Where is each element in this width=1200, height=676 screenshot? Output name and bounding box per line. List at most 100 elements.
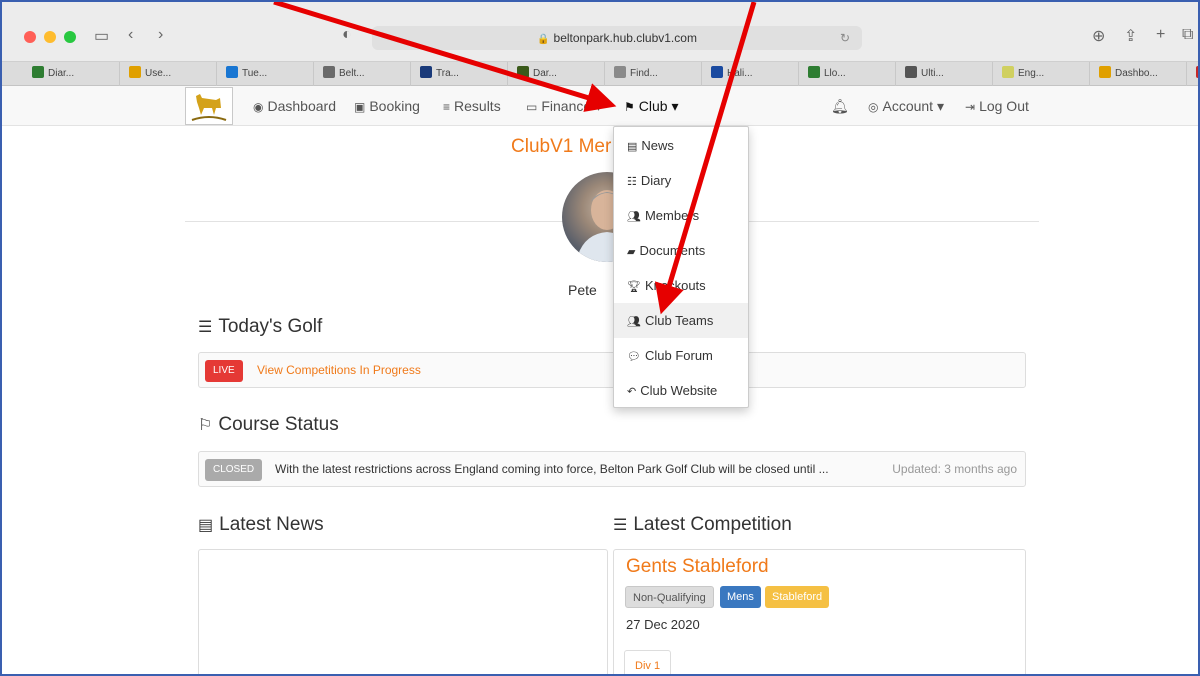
favicon-icon xyxy=(711,66,723,78)
latest-competition-heading: ☰ Latest Competition xyxy=(613,514,792,536)
notifications-bell[interactable]: 🔔︎ xyxy=(831,86,849,126)
tag-non-qualifying: Non-Qualifying xyxy=(625,586,714,608)
close-window-button[interactable] xyxy=(24,31,36,43)
forward-arrow-icon[interactable]: › xyxy=(158,26,163,44)
menu-item-members[interactable]: 👥︎ Members xyxy=(614,198,748,233)
browser-tab-label: Eng... xyxy=(1018,68,1045,79)
list-ol-icon: ☰ xyxy=(613,517,628,534)
nav-dashboard[interactable]: ◉ Dashboard xyxy=(253,86,336,126)
browser-tab[interactable]: Dar... xyxy=(509,62,605,86)
todays-golf-title: Today's Golf xyxy=(218,316,323,337)
browser-tab-label: Llo... xyxy=(824,68,846,79)
menu-item-knockouts[interactable]: 🏆︎ Knockouts xyxy=(614,268,748,303)
todays-golf-heading: ☰ Today's Golf xyxy=(198,316,322,338)
favicon-icon xyxy=(129,66,141,78)
closed-badge: CLOSED xyxy=(205,459,263,481)
nav-logout[interactable]: ⇥ Log Out xyxy=(965,86,1029,126)
menu-item-club-forum[interactable]: 💬︎ Club Forum xyxy=(614,338,748,373)
menu-item-label: Members xyxy=(644,208,700,223)
page-title: ClubV1 Mer xyxy=(511,136,612,157)
nav-booking[interactable]: ▣ Booking xyxy=(354,86,420,126)
nav-finance-label: Finance ▾ xyxy=(541,98,603,114)
new-tab-icon[interactable]: + xyxy=(1156,26,1165,44)
favicon-icon xyxy=(905,66,917,78)
favicon-icon xyxy=(1099,66,1111,78)
tag-stableford: Stableford xyxy=(765,586,830,608)
browser-tab[interactable]: Belt... xyxy=(315,62,411,86)
latest-competition-title: Latest Competition xyxy=(633,514,792,535)
browser-tab[interactable]: Tra... xyxy=(412,62,508,86)
browser-tab[interactable]: Diar... xyxy=(24,62,120,86)
view-competitions-link[interactable]: View Competitions In Progress xyxy=(257,363,421,377)
browser-tab-label: Dar... xyxy=(533,68,557,79)
menu-item-news[interactable]: ▤ News xyxy=(614,128,748,163)
menu-item-label: Club Teams xyxy=(644,313,714,328)
sign-out-icon: ⇥ xyxy=(965,100,976,114)
menu-item-club-teams[interactable]: 👥︎ Club Teams xyxy=(614,303,748,338)
site-navbar: ◉ Dashboard ▣ Booking ≡ Results ▭ Finance ▾ … xyxy=(2,86,1198,126)
nav-booking-label: Booking xyxy=(369,98,420,114)
reload-icon[interactable]: ↻ xyxy=(840,26,850,50)
browser-tab-label: Find... xyxy=(630,68,658,79)
favicon-icon xyxy=(614,66,626,78)
favicon-icon xyxy=(1002,66,1014,78)
browser-tab[interactable]: Ulti... xyxy=(897,62,993,86)
list-alt-icon: ☰ xyxy=(198,319,213,336)
lock-icon: 🔒 xyxy=(537,34,550,45)
nav-results-label: Results xyxy=(454,98,501,114)
todays-golf-panel: LIVE View Competitions In Progress xyxy=(198,352,1026,388)
browser-tab[interactable]: Llo... xyxy=(800,62,896,86)
menu-item-club-website[interactable]: ↶ Club Website xyxy=(614,373,748,408)
nav-club[interactable]: ⚑ Club ▾ xyxy=(624,86,678,126)
favicon-icon xyxy=(323,66,335,78)
division-button[interactable]: Div 1 xyxy=(624,650,672,674)
minimize-window-button[interactable] xyxy=(44,31,56,43)
nav-account-label: Account ▾ xyxy=(882,98,944,114)
menu-item-diary[interactable]: ☷ Diary xyxy=(614,163,748,198)
users-icon: 👥︎ xyxy=(627,211,641,223)
reply-all-icon: ↶ xyxy=(627,386,637,398)
nav-account[interactable]: ◎ Account ▾ xyxy=(868,86,944,126)
address-bar[interactable]: 🔒 beltonpark.hub.clubv1.com ↻ xyxy=(372,26,862,50)
download-icon[interactable]: ⊕ xyxy=(1092,26,1105,46)
status-updated: Updated: 3 months ago xyxy=(892,462,1017,476)
browser-tab-label: Tra... xyxy=(436,68,459,79)
sidebar-toggle-icon[interactable]: ▭ xyxy=(94,26,109,46)
browser-tab[interactable]: Eng... xyxy=(994,62,1090,86)
menu-item-label: Documents xyxy=(639,243,706,258)
privacy-shield-icon[interactable]: ◐ xyxy=(342,26,352,44)
course-status-message[interactable]: With the latest restrictions across Engl… xyxy=(275,462,829,476)
browser-tab[interactable]: Find... xyxy=(606,62,702,86)
browser-tab[interactable]: Use... xyxy=(121,62,217,86)
tab-overview-icon[interactable]: ⧉ xyxy=(1182,26,1193,44)
nav-dashboard-label: Dashboard xyxy=(267,98,336,114)
nav-finance[interactable]: ▭ Finance ▾ xyxy=(526,86,602,126)
latest-news-heading: ▤ Latest News xyxy=(198,514,324,536)
menu-item-label: Club Forum xyxy=(644,348,713,363)
browser-tab-label: Diar... xyxy=(48,68,75,79)
browser-tab-label: Ulti... xyxy=(921,68,944,79)
zoom-window-button[interactable] xyxy=(64,31,76,43)
browser-tab[interactable]: AE... xyxy=(1188,62,1198,86)
course-status-panel: CLOSED With the latest restrictions acro… xyxy=(198,451,1026,487)
users-icon: 👥︎ xyxy=(627,316,641,328)
browser-tab-label: Hali... xyxy=(727,68,753,79)
nav-results[interactable]: ≡ Results xyxy=(443,86,501,126)
competition-title[interactable]: Gents Stableford xyxy=(626,556,769,578)
browser-tab[interactable]: Tue... xyxy=(218,62,314,86)
tab-strip: Diar... Use... Tue... Belt... Tra... Dar... Fi… xyxy=(2,62,1198,86)
browser-tab-label: Dashbo... xyxy=(1115,68,1158,79)
browser-tab[interactable]: Dashbo... xyxy=(1091,62,1187,86)
menu-item-label: Club Website xyxy=(640,383,718,398)
share-icon[interactable]: ⇪ xyxy=(1124,26,1137,46)
course-status-title: Course Status xyxy=(218,414,339,435)
browser-tab[interactable]: Hali... xyxy=(703,62,799,86)
back-arrow-icon[interactable]: ‹ xyxy=(128,26,133,44)
credit-card-icon: ▭ xyxy=(526,100,538,114)
club-logo[interactable] xyxy=(185,87,233,125)
favicon-icon xyxy=(1196,66,1198,78)
menu-item-label: News xyxy=(641,138,674,153)
tag-mens: Mens xyxy=(720,586,761,608)
menu-item-label: Diary xyxy=(640,173,672,188)
menu-item-documents[interactable]: ▰ Documents xyxy=(614,233,748,268)
